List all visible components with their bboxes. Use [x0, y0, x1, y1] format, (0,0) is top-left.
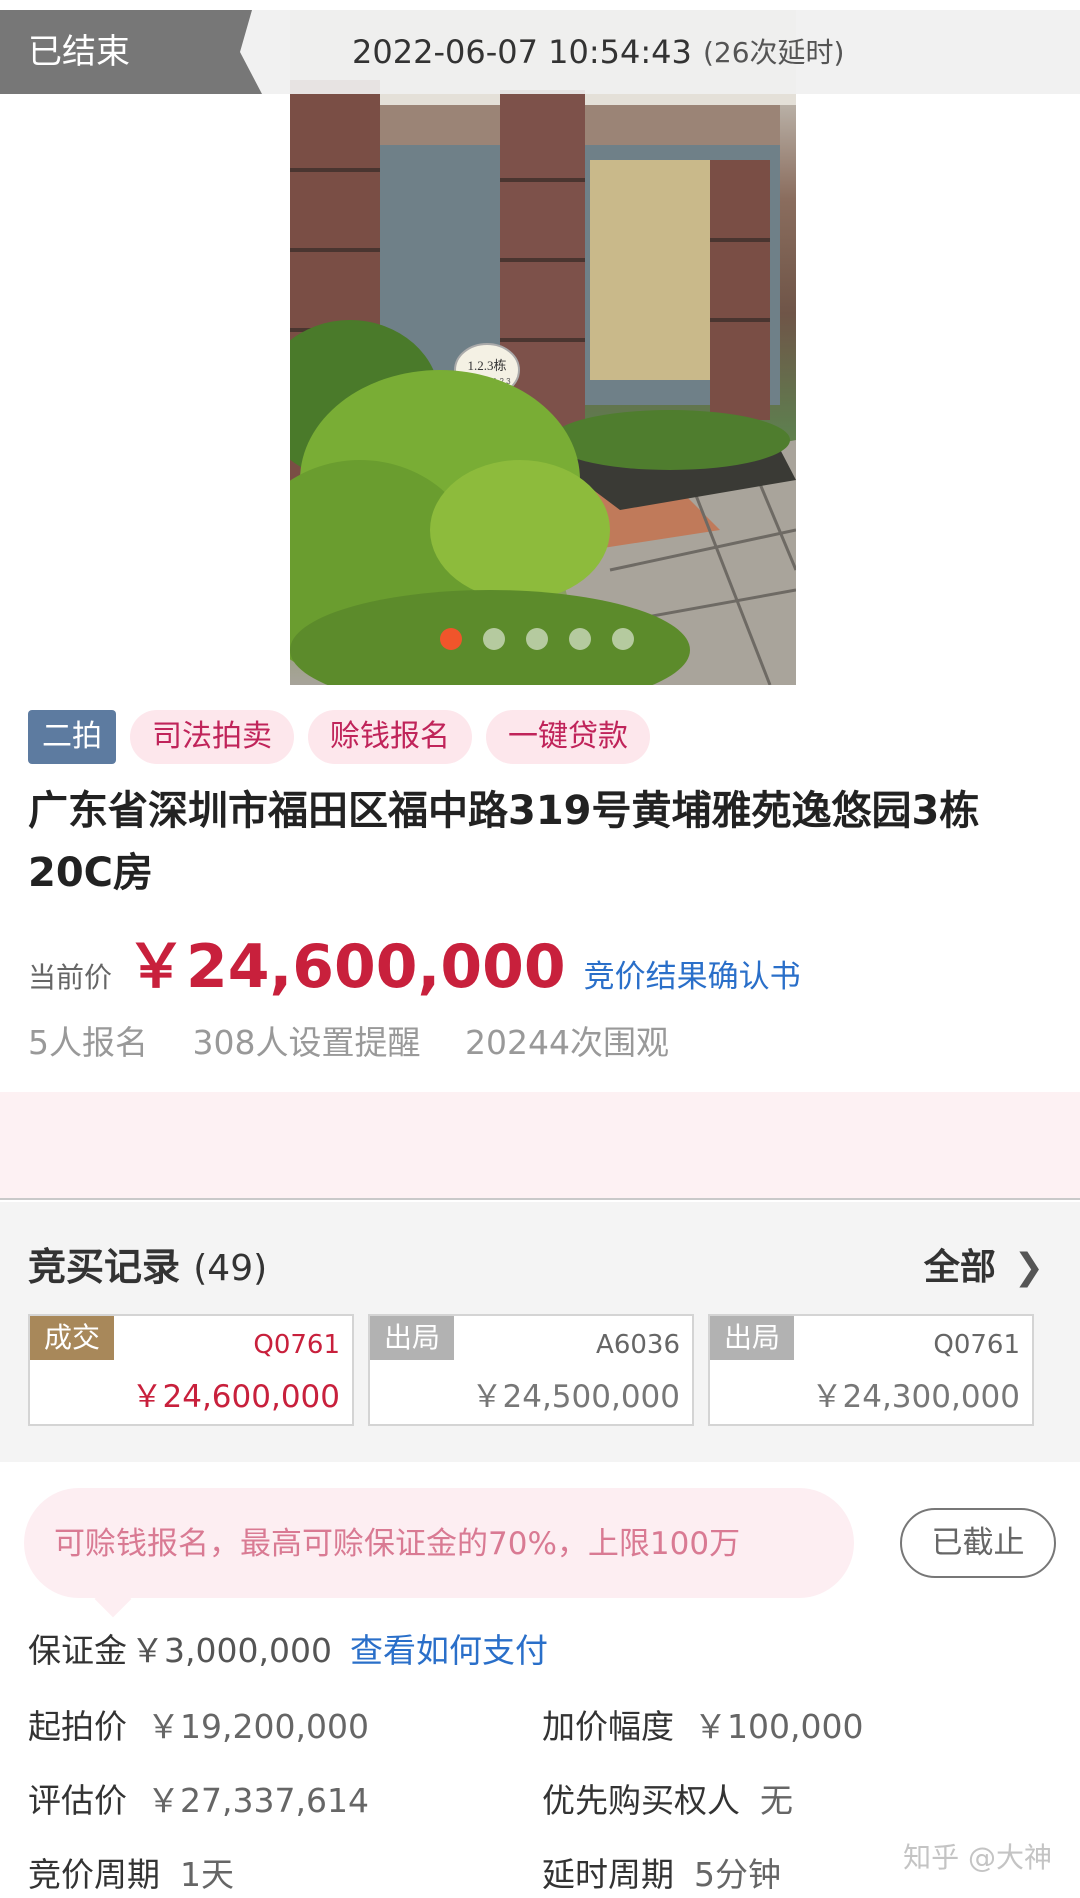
how-to-pay-link[interactable]: 查看如何支付: [350, 1631, 548, 1670]
carousel-dot-5[interactable]: [612, 628, 634, 650]
start-price-row: 起拍价 ￥19,200,000: [28, 1700, 369, 1748]
carousel-dot-3[interactable]: [526, 628, 548, 650]
deposit-row: 保证金 ￥3,000,000 查看如何支付: [28, 1624, 548, 1672]
increment-label: 加价幅度: [542, 1707, 674, 1746]
property-title: 广东省深圳市福田区福中路319号黄埔雅苑逸悠园3栋20C房: [28, 788, 980, 896]
carousel-dot-2[interactable]: [483, 628, 505, 650]
priority-label: 优先购买权人: [542, 1781, 740, 1820]
property-photo[interactable]: 1.2.3栋 BLOCK 1,2,3: [290, 10, 796, 685]
increment-row: 加价幅度 ￥100,000: [542, 1700, 863, 1748]
deposit-label: 保证金: [28, 1631, 127, 1670]
chevron-right-icon: ❯: [1013, 1247, 1044, 1288]
credit-signup-tag[interactable]: 赊钱报名: [308, 710, 472, 764]
current-price: ￥24,600,000: [126, 932, 566, 1002]
records-title-text: 竞买记录: [28, 1245, 181, 1289]
delay-period-row: 延时周期 5分钟: [542, 1848, 781, 1896]
auction-status-badge: 已结束: [0, 10, 262, 94]
view-count: 20244次围观: [465, 1023, 669, 1062]
tag-row: 二拍 司法拍卖 赊钱报名 一键贷款: [28, 710, 650, 764]
carousel-dot-1[interactable]: [440, 628, 462, 650]
closed-button[interactable]: 已截止: [900, 1508, 1056, 1578]
bid-card[interactable]: 出局 A6036 ￥24,500,000: [368, 1314, 694, 1426]
judicial-auction-tag[interactable]: 司法拍卖: [130, 710, 294, 764]
appraisal-value: ￥27,337,614: [147, 1781, 369, 1820]
bid-period-value: 1天: [180, 1855, 234, 1894]
start-price-label: 起拍价: [28, 1707, 127, 1746]
bid-records: 竞买记录 (49) 全部 ❯ 成交 Q0761 ￥24,600,000 出局 A6…: [0, 1202, 1080, 1462]
banner-area: [0, 1092, 1080, 1200]
delay-count: (26次延时): [703, 36, 845, 69]
bid-period-label: 竞价周期: [28, 1855, 160, 1894]
delay-period-label: 延时周期: [542, 1855, 674, 1894]
bid-status-tag: 出局: [370, 1316, 455, 1360]
credit-signup-tip-text: 可赊钱报名，最高可赊保证金的70%，上限100万: [54, 1526, 741, 1562]
carousel-dot-4[interactable]: [569, 628, 591, 650]
result-confirmation-link[interactable]: 竞价结果确认书: [584, 951, 801, 996]
bid-card[interactable]: 成交 Q0761 ￥24,600,000: [28, 1314, 354, 1426]
reminder-count: 308人设置提醒: [192, 1023, 421, 1062]
bid-price: ￥24,300,000: [811, 1379, 1021, 1415]
bid-price: ￥24,600,000: [131, 1379, 341, 1415]
bid-price: ￥24,500,000: [471, 1379, 681, 1415]
carousel-indicator: [440, 628, 634, 650]
watermark: 知乎 @大神: [903, 1841, 1052, 1874]
bid-list: 成交 Q0761 ￥24,600,000 出局 A6036 ￥24,500,00…: [28, 1314, 1034, 1426]
bid-period-row: 竞价周期 1天: [28, 1848, 234, 1896]
appraisal-row: 评估价 ￥27,337,614: [28, 1774, 369, 1822]
bidder-code: Q0761: [253, 1330, 340, 1360]
bid-status-tag: 成交: [30, 1316, 115, 1360]
increment-value: ￥100,000: [694, 1707, 864, 1746]
appraisal-label: 评估价: [28, 1781, 127, 1820]
records-title: 竞买记录 (49): [28, 1236, 267, 1291]
deposit-amount: ￥3,000,000: [131, 1631, 332, 1670]
bidder-code: Q0761: [933, 1330, 1020, 1360]
stats-row: 5人报名 308人设置提醒 20244次围观: [28, 1016, 697, 1064]
start-price-value: ￥19,200,000: [147, 1707, 369, 1746]
price-label: 当前价: [28, 961, 113, 994]
view-all-records-button[interactable]: 全部 ❯: [924, 1238, 1044, 1290]
sign-text: 1.2.3栋: [467, 358, 506, 373]
bid-card[interactable]: 出局 Q0761 ￥24,300,000: [708, 1314, 1034, 1426]
view-all-label: 全部: [923, 1247, 996, 1288]
bid-status-tag: 出局: [710, 1316, 795, 1360]
records-count: (49): [193, 1248, 268, 1289]
round-tag: 二拍: [28, 710, 116, 764]
photo-illustration: 1.2.3栋 BLOCK 1,2,3: [290, 10, 796, 685]
end-time: 2022-06-07 10:54:43: [352, 33, 692, 71]
loan-tag[interactable]: 一键贷款: [486, 710, 650, 764]
priority-value: 无: [760, 1781, 793, 1820]
signup-count: 5人报名: [28, 1023, 148, 1062]
hero-section: 1.2.3栋 BLOCK 1,2,3 已结束 2022-06-07 10:54:…: [0, 0, 1080, 685]
delay-period-value: 5分钟: [694, 1855, 781, 1894]
priority-row: 优先购买权人无: [542, 1774, 793, 1822]
bidder-code: A6036: [596, 1330, 680, 1360]
price-row: 当前价 ￥24,600,000 竞价结果确认书: [28, 918, 801, 1002]
